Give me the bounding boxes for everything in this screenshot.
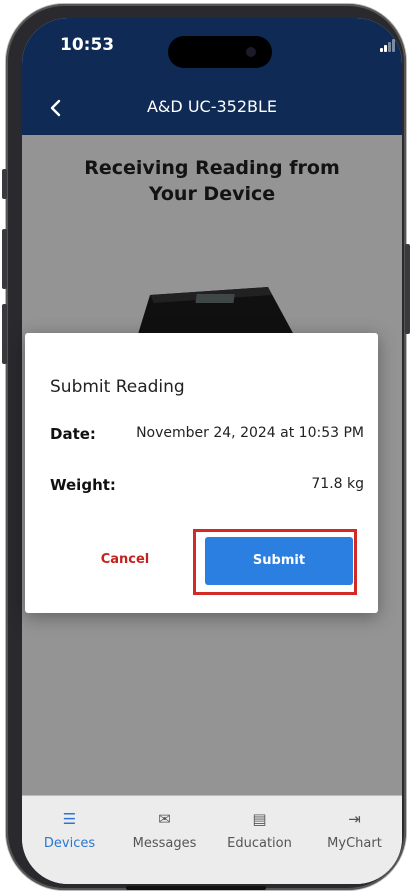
phone-volume-down-button (2, 304, 7, 364)
dynamic-island (168, 36, 272, 68)
date-value: November 24, 2024 at 10:53 PM (136, 425, 364, 441)
book-icon: ▤ (252, 810, 267, 828)
envelope-icon: ✉ (158, 810, 171, 828)
tab-education-label: Education (227, 836, 292, 851)
tab-messages[interactable]: ✉ Messages (117, 810, 212, 851)
status-bar: 10:53 ◔ (22, 18, 402, 80)
cellular-signal-icon (380, 38, 400, 52)
sign-in-icon: ⇥ (348, 810, 361, 828)
tab-messages-label: Messages (132, 836, 197, 851)
tab-mychart-label: MyChart (327, 836, 382, 851)
submit-button[interactable]: Submit (205, 537, 353, 585)
tab-devices-label: Devices (43, 836, 96, 851)
weight-label: Weight: (50, 476, 116, 494)
list-icon: ☰ (62, 810, 77, 828)
navigation-bar: A&D UC-352BLE (22, 80, 402, 135)
tab-education[interactable]: ▤ Education (212, 810, 307, 851)
phone-volume-up-button (2, 229, 7, 289)
cancel-button[interactable]: Cancel (80, 543, 170, 577)
phone-power-button (405, 244, 410, 334)
date-label: Date: (50, 425, 96, 443)
tab-mychart[interactable]: ⇥ MyChart (307, 810, 402, 851)
home-indicator[interactable] (126, 886, 266, 890)
submit-reading-dialog: Submit Reading Date: November 24, 2024 a… (25, 333, 378, 613)
dialog-title: Submit Reading (50, 377, 185, 397)
bottom-tab-bar: ☰ Devices ✉ Messages ▤ Education ⇥ MyCha… (22, 795, 402, 884)
status-time: 10:53 (60, 35, 115, 55)
phone-action-button (2, 169, 7, 199)
tab-devices[interactable]: ☰ Devices (22, 810, 117, 851)
page-title: A&D UC-352BLE (146, 97, 278, 116)
weight-value: 71.8 kg (311, 476, 364, 492)
